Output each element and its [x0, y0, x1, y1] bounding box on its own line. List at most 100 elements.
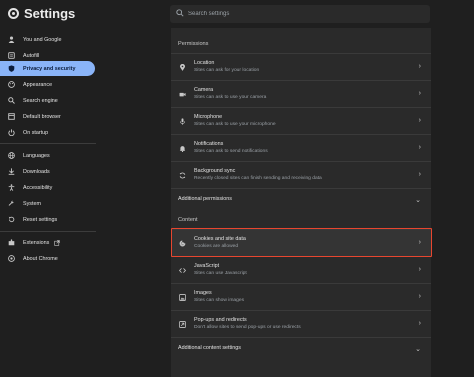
- permission-row-microphone[interactable]: Microphone Sites can ask to use your mic…: [171, 107, 431, 134]
- row-subtitle: Sites can ask to use your microphone: [194, 122, 276, 127]
- content-row-javascript[interactable]: JavaScript Sites can use Javascript ›: [171, 256, 431, 283]
- sidebar-divider: [0, 231, 96, 232]
- shield-icon: [8, 65, 15, 72]
- external-link-icon: [54, 239, 61, 246]
- row-title: Additional permissions: [178, 196, 232, 202]
- row-title: Background sync: [194, 168, 236, 174]
- row-title: Pop-ups and redirects: [194, 317, 247, 323]
- sidebar-item-label: On startup: [23, 129, 49, 136]
- highlight-box: [171, 228, 432, 257]
- sidebar-item-system[interactable]: System: [0, 196, 95, 211]
- sidebar-item-on-startup[interactable]: On startup: [0, 125, 95, 140]
- search-input[interactable]: [188, 5, 418, 23]
- search-box[interactable]: [170, 5, 430, 23]
- chrome-logo-icon: [8, 8, 19, 19]
- sidebar-item-downloads[interactable]: Downloads: [0, 164, 95, 179]
- sidebar-item-default-browser[interactable]: Default browser: [0, 109, 95, 124]
- chevron-right-icon: ›: [418, 266, 421, 273]
- chevron-down-icon: ⌄: [415, 346, 421, 353]
- row-title: Additional content settings: [178, 345, 241, 351]
- chrome-icon: [8, 255, 15, 262]
- sidebar-item-label: Accessibility: [23, 184, 53, 191]
- permission-row-location[interactable]: Location Sites can ask for your location…: [171, 53, 431, 80]
- sidebar-item-label: Extensions: [23, 239, 50, 246]
- browser-icon: [8, 113, 15, 120]
- bell-icon: [179, 145, 186, 152]
- sidebar-item-label: You and Google: [23, 36, 62, 43]
- sidebar-item-about-chrome[interactable]: About Chrome: [0, 251, 95, 266]
- toolbar: Settings: [0, 0, 474, 28]
- row-title: JavaScript: [194, 263, 220, 269]
- location-icon: [179, 64, 186, 71]
- autofill-icon: [8, 52, 15, 59]
- chevron-down-icon: ⌄: [415, 197, 421, 204]
- sidebar-item-label: Autofill: [23, 52, 40, 59]
- sidebar-item-accessibility[interactable]: Accessibility: [0, 180, 95, 195]
- sidebar-item-appearance[interactable]: Appearance: [0, 77, 95, 92]
- sidebar-item-label: Downloads: [23, 168, 50, 175]
- search-icon: [176, 9, 184, 17]
- sidebar-item-privacy-and-security[interactable]: Privacy and security: [0, 61, 95, 76]
- chevron-right-icon: ›: [418, 171, 421, 178]
- sidebar-item-label: Languages: [23, 152, 50, 159]
- permission-row-camera[interactable]: Camera Sites can ask to use your camera …: [171, 80, 431, 107]
- sidebar-item-label: Default browser: [23, 113, 61, 120]
- settings-card: Permissions Location Sites can ask for y…: [171, 28, 431, 377]
- reset-icon: [8, 216, 15, 223]
- puzzle-icon: [8, 239, 15, 246]
- sidebar-divider: [0, 143, 96, 144]
- row-subtitle: Don't allow sites to send pop-ups or use…: [194, 325, 301, 330]
- sidebar-item-label: Search engine: [23, 97, 58, 104]
- sidebar-item-label: System: [23, 200, 41, 207]
- person-icon: [8, 36, 15, 43]
- search-icon: [8, 97, 15, 104]
- row-subtitle: Sites can ask for your location: [194, 68, 260, 73]
- row-title: Microphone: [194, 114, 223, 120]
- chevron-right-icon: ›: [418, 90, 421, 97]
- globe-icon: [8, 152, 15, 159]
- camera-icon: [179, 91, 186, 98]
- sidebar-item-languages[interactable]: Languages: [0, 148, 95, 163]
- row-subtitle: Sites can show images: [194, 298, 245, 303]
- row-title: Location: [194, 60, 215, 66]
- chevron-right-icon: ›: [418, 117, 421, 124]
- download-icon: [8, 168, 15, 175]
- row-subtitle: Sites can use Javascript: [194, 271, 247, 276]
- content-row-images[interactable]: Images Sites can show images ›: [171, 283, 431, 310]
- row-subtitle: Recently closed sites can finish sending…: [194, 176, 322, 181]
- row-subtitle: Sites can ask to use your camera: [194, 95, 267, 100]
- chevron-right-icon: ›: [418, 320, 421, 327]
- sidebar-item-label: Reset settings: [23, 216, 58, 223]
- sidebar: You and Google Autofill Privacy and secu…: [0, 28, 100, 377]
- sidebar-item-reset-settings[interactable]: Reset settings: [0, 212, 95, 227]
- additional-content-settings-row[interactable]: Additional content settings ⌄: [171, 337, 431, 361]
- permission-row-notifications[interactable]: Notifications Sites can ask to send noti…: [171, 134, 431, 161]
- chevron-right-icon: ›: [418, 63, 421, 70]
- palette-icon: [8, 81, 15, 88]
- accessibility-icon: [8, 184, 15, 191]
- image-icon: [179, 294, 186, 301]
- popup-icon: [179, 321, 186, 328]
- power-icon: [8, 129, 15, 136]
- chevron-right-icon: ›: [418, 293, 421, 300]
- additional-permissions-row[interactable]: Additional permissions ⌄: [171, 188, 431, 212]
- row-title: Notifications: [194, 141, 224, 147]
- section-title-content: Content: [178, 217, 198, 223]
- chevron-right-icon: ›: [418, 144, 421, 151]
- sidebar-item-search-engine[interactable]: Search engine: [0, 93, 95, 108]
- row-title: Images: [194, 290, 212, 296]
- permission-row-background-sync[interactable]: Background sync Recently closed sites ca…: [171, 161, 431, 188]
- sync-icon: [179, 172, 186, 179]
- row-title: Camera: [194, 87, 214, 93]
- sidebar-item-you-and-google[interactable]: You and Google: [0, 32, 95, 47]
- content-row-pop-ups-and-redirects[interactable]: Pop-ups and redirects Don't allow sites …: [171, 310, 431, 337]
- sidebar-item-label: About Chrome: [23, 255, 58, 262]
- row-subtitle: Sites can ask to send notifications: [194, 149, 268, 154]
- sidebar-item-extensions[interactable]: Extensions: [0, 235, 95, 250]
- microphone-icon: [179, 118, 186, 125]
- wrench-icon: [8, 200, 15, 207]
- section-title-permissions: Permissions: [178, 41, 209, 47]
- sidebar-item-label: Privacy and security: [23, 65, 76, 72]
- page-title: Settings: [24, 6, 76, 21]
- sidebar-item-label: Appearance: [23, 81, 53, 88]
